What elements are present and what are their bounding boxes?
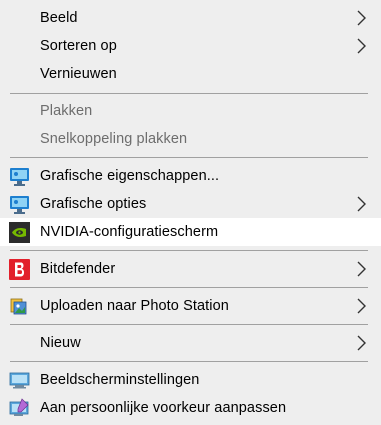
menu-item-label: Beeldscherminstellingen [40, 372, 200, 388]
menu-separator [10, 250, 368, 251]
menu-item-label: Snelkoppeling plakken [40, 131, 188, 147]
menu-item-label: Nieuw [40, 335, 81, 351]
menu-separator [10, 93, 368, 94]
chevron-right-icon [357, 38, 366, 54]
intel-graphics-icon [10, 196, 29, 214]
menu-item-nvidia-configuratiescherm[interactable]: NVIDIA-configuratiescherm [0, 218, 381, 246]
menu-item-aan-persoonlijke-voorkeur-aanpassen[interactable]: Aan persoonlijke voorkeur aanpassen [0, 394, 381, 422]
menu-item-vernieuwen[interactable]: Vernieuwen [0, 60, 381, 88]
menu-item-label: Aan persoonlijke voorkeur aanpassen [40, 400, 287, 416]
menu-item-label: Uploaden naar Photo Station [40, 298, 229, 314]
menu-item-beeld[interactable]: Beeld [0, 4, 381, 32]
chevron-right-icon [357, 196, 366, 212]
menu-item-beeldscherminstellingen[interactable]: Beeldscherminstellingen [0, 366, 381, 394]
desktop-context-menu: Beeld Sorteren op Vernieuwen Plakken Sne… [0, 0, 381, 425]
menu-item-label: Vernieuwen [40, 66, 117, 82]
menu-item-label: Grafische eigenschappen... [40, 168, 220, 184]
menu-separator [10, 361, 368, 362]
photo-station-icon [10, 298, 27, 315]
chevron-right-icon [357, 298, 366, 314]
menu-separator [10, 287, 368, 288]
menu-item-label: NVIDIA-configuratiescherm [40, 224, 219, 240]
personalize-icon [9, 398, 29, 416]
menu-item-label: Bitdefender [40, 261, 116, 277]
menu-item-snelkoppeling-plakken: Snelkoppeling plakken [0, 125, 381, 153]
menu-item-sorteren-op[interactable]: Sorteren op [0, 32, 381, 60]
menu-item-label: Sorteren op [40, 38, 117, 54]
intel-graphics-icon [10, 168, 29, 186]
menu-item-grafische-opties[interactable]: Grafische opties [0, 190, 381, 218]
menu-item-bitdefender[interactable]: Bitdefender [0, 255, 381, 283]
menu-item-grafische-eigenschappen[interactable]: Grafische eigenschappen... [0, 162, 381, 190]
nvidia-icon [9, 222, 30, 243]
chevron-right-icon [357, 261, 366, 277]
menu-item-label: Plakken [40, 103, 93, 119]
menu-item-label: Grafische opties [40, 196, 147, 212]
menu-separator [10, 157, 368, 158]
menu-item-nieuw[interactable]: Nieuw [0, 329, 381, 357]
menu-separator [10, 324, 368, 325]
display-settings-icon [9, 372, 30, 389]
chevron-right-icon [357, 335, 366, 351]
bitdefender-icon [9, 259, 30, 280]
menu-item-label: Beeld [40, 10, 78, 26]
chevron-right-icon [357, 10, 366, 26]
menu-item-uploaden-naar-photo-station[interactable]: Uploaden naar Photo Station [0, 292, 381, 320]
menu-item-plakken: Plakken [0, 97, 381, 125]
